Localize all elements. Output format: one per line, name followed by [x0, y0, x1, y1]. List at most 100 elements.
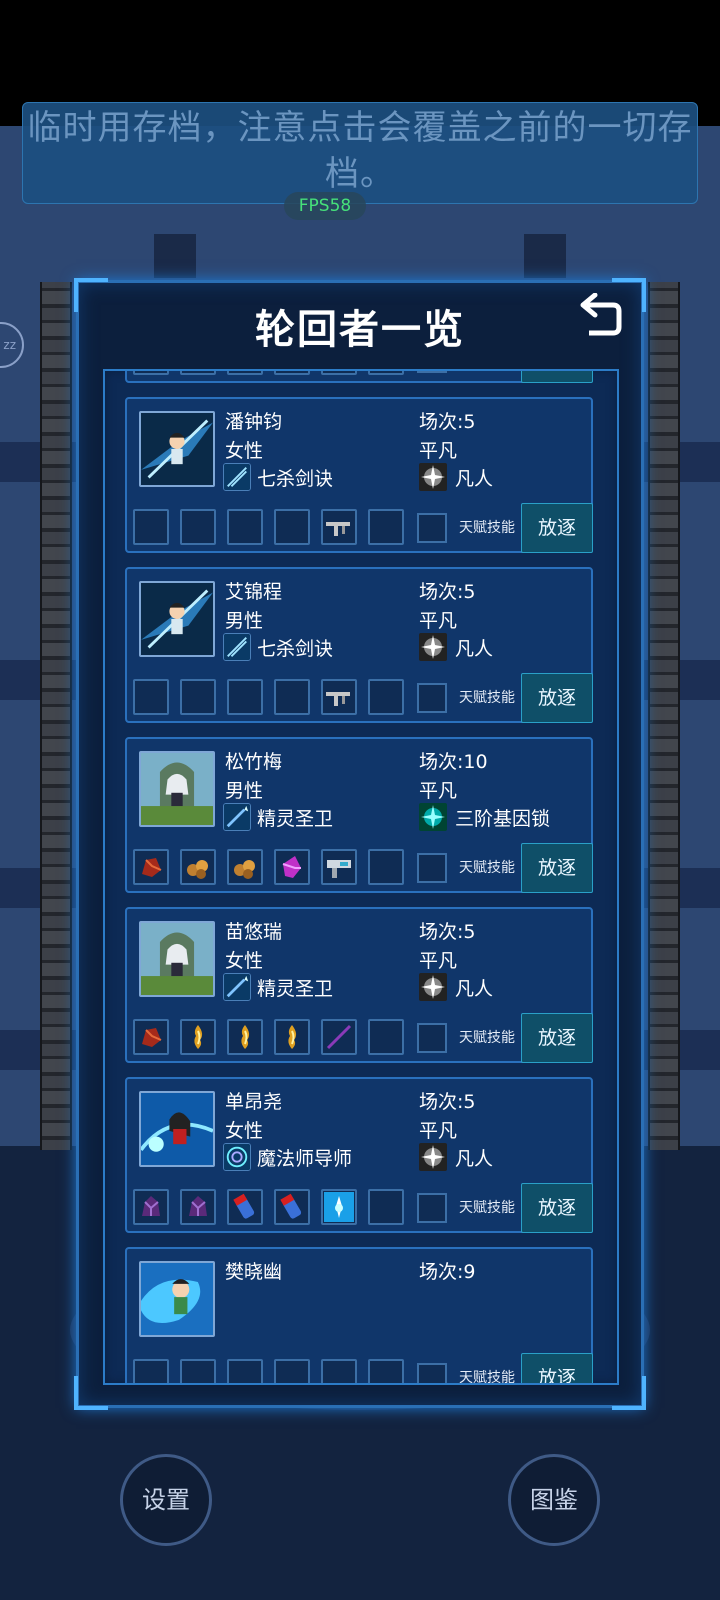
red-ore-icon[interactable]: [133, 849, 169, 885]
talent-skill-slot[interactable]: [417, 1193, 447, 1223]
amber-flame-icon[interactable]: [274, 1019, 310, 1055]
talent-skill-slot[interactable]: [417, 853, 447, 883]
character-card[interactable]: 单昂尧 女性 场次:5 平凡 魔法师导师 凡人 天赋技能 放逐: [125, 1077, 593, 1233]
realm-label: 凡人: [455, 977, 494, 1000]
white-star-icon: [419, 973, 447, 1001]
character-rank: 平凡: [419, 950, 458, 972]
return-arrow-icon: [580, 292, 622, 336]
purple-ore-icon[interactable]: [133, 1189, 169, 1225]
purple-crystal-icon[interactable]: [274, 849, 310, 885]
empty-slot[interactable]: [274, 1359, 310, 1383]
red-ore-icon[interactable]: [133, 1019, 169, 1055]
talent-skill-slot[interactable]: [417, 1023, 447, 1053]
cyan-star-icon: [419, 803, 447, 831]
empty-slot[interactable]: [227, 679, 263, 715]
talent-skill-slot[interactable]: [417, 683, 447, 713]
empty-slot[interactable]: [368, 509, 404, 545]
character-list[interactable]: 女性平凡五行混元决凡人天赋技能放逐潘钟钧女性场次:5平凡七杀剑诀凡人天赋技能放逐…: [103, 369, 619, 1385]
exile-button[interactable]: 放逐: [521, 673, 593, 723]
empty-slot[interactable]: [368, 679, 404, 715]
empty-slot[interactable]: [133, 509, 169, 545]
empty-slot[interactable]: [227, 509, 263, 545]
sword-slash-icon: [223, 633, 251, 661]
empty-slot[interactable]: [180, 679, 216, 715]
empty-slot[interactable]: [227, 1359, 263, 1383]
spear-icon: [223, 803, 251, 831]
character-portrait[interactable]: [139, 411, 215, 487]
pistol-icon[interactable]: [321, 371, 357, 375]
character-realm: 凡人: [419, 973, 493, 1001]
exile-button[interactable]: 放逐: [521, 1353, 593, 1383]
character-card[interactable]: 樊晓幽 场次:9 天赋技能 放逐: [125, 1247, 593, 1383]
empty-slot[interactable]: [368, 1019, 404, 1055]
talent-skill-slot[interactable]: [417, 513, 447, 543]
amber-flame-icon[interactable]: [180, 1019, 216, 1055]
empty-slot[interactable]: [368, 849, 404, 885]
character-card[interactable]: 松竹梅 男性 场次:10 平凡 精灵圣卫 三阶基因锁 天赋技能 放逐: [125, 737, 593, 893]
skill-label: 精灵圣卫: [257, 977, 334, 1000]
exile-button[interactable]: 放逐: [521, 371, 593, 383]
empty-slot[interactable]: [274, 679, 310, 715]
empty-slot[interactable]: [321, 1359, 357, 1383]
fps-counter: FPS58: [284, 192, 366, 220]
exile-button[interactable]: 放逐: [521, 843, 593, 893]
amber-flame-icon[interactable]: [227, 1019, 263, 1055]
character-rank: 平凡: [419, 780, 458, 802]
realm-label: 凡人: [455, 1147, 494, 1170]
submachine-gun-icon[interactable]: [321, 509, 357, 545]
character-card[interactable]: 潘钟钧 女性 场次:5 平凡 七杀剑诀 凡人 天赋技能 放逐: [125, 397, 593, 553]
submachine-gun-icon[interactable]: [321, 679, 357, 715]
purple-ore-icon[interactable]: [180, 1189, 216, 1225]
empty-slot[interactable]: [180, 509, 216, 545]
talent-skill-slot[interactable]: [417, 371, 447, 373]
character-realm: 凡人: [419, 633, 493, 661]
settings-button[interactable]: 设置: [120, 1454, 212, 1546]
character-card[interactable]: 艾锦程 男性 场次:5 平凡 七杀剑诀 凡人 天赋技能 放逐: [125, 567, 593, 723]
empty-slot[interactable]: [274, 371, 310, 375]
empty-slot[interactable]: [133, 679, 169, 715]
character-portrait[interactable]: [139, 751, 215, 827]
treasure-chest-icon[interactable]: [133, 371, 169, 375]
character-list-content: 女性平凡五行混元决凡人天赋技能放逐潘钟钧女性场次:5平凡七杀剑诀凡人天赋技能放逐…: [125, 371, 593, 1383]
exile-button[interactable]: 放逐: [521, 1013, 593, 1063]
bronze-key-icon[interactable]: [180, 371, 216, 375]
exile-button[interactable]: 放逐: [521, 503, 593, 553]
character-name: 松竹梅: [225, 751, 283, 773]
white-star-icon: [419, 1143, 447, 1171]
red-potion-icon[interactable]: [274, 1189, 310, 1225]
character-portrait[interactable]: [139, 1261, 215, 1337]
character-portrait[interactable]: [139, 921, 215, 997]
empty-slot[interactable]: [368, 371, 404, 375]
character-skill: 精灵圣卫: [223, 803, 333, 831]
empty-slot[interactable]: [274, 509, 310, 545]
save-warning-notice: 临时用存档，注意点击会覆盖之前的一切存档。: [22, 102, 698, 204]
character-card[interactable]: 女性平凡五行混元决凡人天赋技能放逐: [125, 371, 593, 383]
character-portrait[interactable]: [139, 1091, 215, 1167]
character-rounds: 场次:5: [419, 1091, 476, 1113]
codex-button[interactable]: 图鉴: [508, 1454, 600, 1546]
empty-slot[interactable]: [368, 1189, 404, 1225]
red-potion-icon[interactable]: [227, 1189, 263, 1225]
back-button[interactable]: [579, 292, 625, 339]
sword-slash-icon: [223, 463, 251, 491]
ice-crystal-icon[interactable]: [321, 1189, 357, 1225]
character-skill: 精灵圣卫: [223, 973, 333, 1001]
modal-title: 轮回者一览: [255, 307, 465, 353]
empty-slot[interactable]: [227, 371, 263, 375]
gold-nuggets-icon[interactable]: [227, 849, 263, 885]
exile-button[interactable]: 放逐: [521, 1183, 593, 1233]
character-gender: 男性: [225, 610, 264, 632]
character-rank: 平凡: [419, 610, 458, 632]
talent-skill-slot[interactable]: [417, 1363, 447, 1383]
empty-slot[interactable]: [368, 1359, 404, 1383]
character-card[interactable]: 苗悠瑞 女性 场次:5 平凡 精灵圣卫 凡人 天赋技能 放逐: [125, 907, 593, 1063]
purple-staff-icon[interactable]: [321, 1019, 357, 1055]
empty-slot[interactable]: [180, 1359, 216, 1383]
talent-skill-label: 天赋技能: [459, 860, 515, 876]
gold-nuggets-icon[interactable]: [180, 849, 216, 885]
character-skill: 七杀剑诀: [223, 463, 333, 491]
realm-label: 三阶基因锁: [455, 807, 551, 830]
laser-gun-icon[interactable]: [321, 849, 357, 885]
character-portrait[interactable]: [139, 581, 215, 657]
empty-slot[interactable]: [133, 1359, 169, 1383]
